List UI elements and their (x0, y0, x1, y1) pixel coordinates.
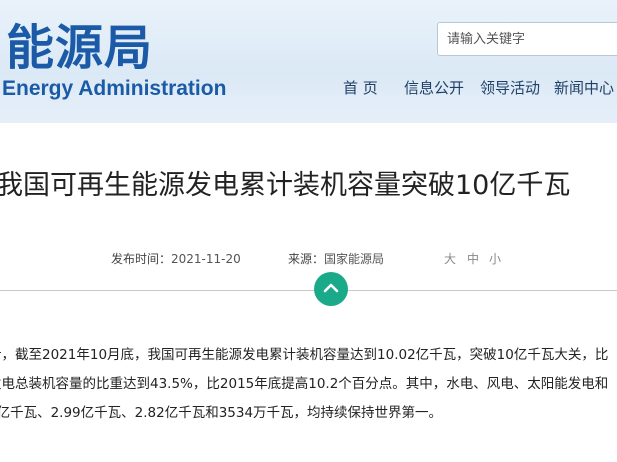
article-source: 来源：国家能源局 (288, 251, 384, 267)
main-nav: 首 页 信息公开 领导活动 新闻中心 (0, 76, 617, 100)
font-size-large[interactable]: 大 (444, 251, 456, 267)
article-paragraph-line: 发电总装机容量的比重达到43.5%，比2015年底提高10.2个百分点。其中，水… (0, 376, 609, 392)
publish-time: 发布时间：2021-11-20 (111, 251, 241, 267)
publish-time-label: 发布时间： (111, 252, 172, 266)
source-name: 国家能源局 (324, 252, 385, 266)
source-label: 来源： (288, 252, 325, 266)
site-logo-chinese[interactable]: 能源局 (6, 20, 153, 76)
font-size-medium[interactable]: 中 (467, 251, 479, 267)
site-header: 能源局 Energy Administration 首 页 信息公开 领导活动 … (0, 0, 617, 123)
font-size-small[interactable]: 小 (489, 251, 501, 267)
content-divider (0, 290, 617, 291)
nav-item-home[interactable]: 首 页 (343, 76, 378, 100)
article-title: 我国可再生能源发电累计装机容量突破10亿千瓦 (0, 170, 571, 201)
collapse-toggle-button[interactable] (314, 272, 348, 306)
publish-date: 2021-11-20 (171, 252, 241, 266)
nav-item-leadership[interactable]: 领导活动 (480, 76, 540, 100)
nav-item-news-center[interactable]: 新闻中心 (554, 76, 614, 100)
article-paragraph-line: 计，截至2021年10月底，我国可再生能源发电累计装机容量达到10.02亿千瓦，… (0, 347, 609, 363)
chevron-up-icon (323, 283, 339, 293)
nav-item-info-disclosure[interactable]: 信息公开 (404, 76, 464, 100)
search-input[interactable] (437, 22, 617, 56)
article-paragraph-line: 5亿千瓦、2.99亿千瓦、2.82亿千瓦和3534万千瓦，均持续保持世界第一。 (0, 405, 443, 421)
